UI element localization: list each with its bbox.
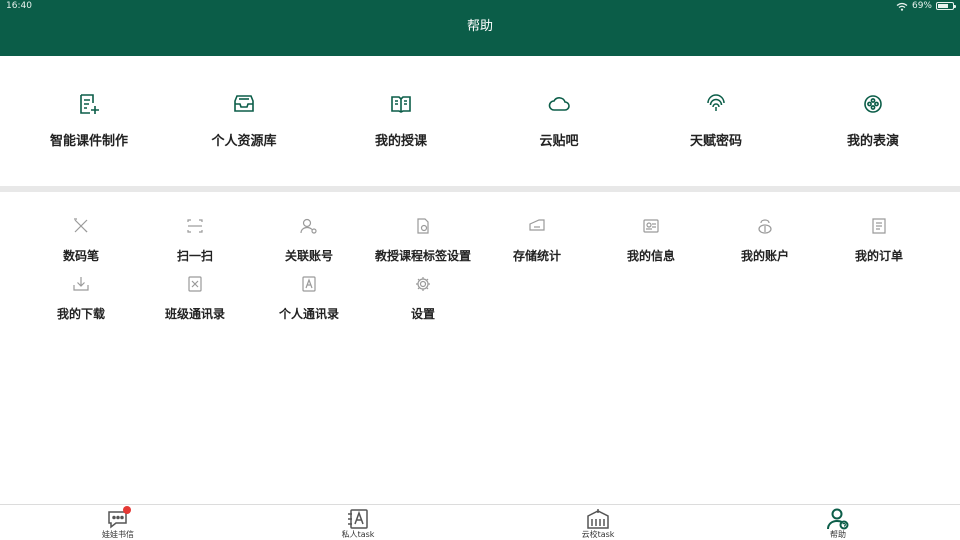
tool-settings[interactable]: 设置: [366, 274, 480, 326]
header-bar: 16:40 69% 帮助: [0, 0, 960, 56]
tool-class-contacts[interactable]: 班级通讯录: [138, 274, 252, 326]
tab-label: 帮助: [830, 530, 846, 539]
tool-label: 班级通讯录: [164, 307, 225, 321]
school-building-icon: [587, 509, 609, 529]
tab-school-task[interactable]: 云校task: [538, 508, 658, 540]
courseware-edit-icon: [80, 94, 99, 114]
download-icon: [73, 277, 89, 291]
cloud-icon: [548, 97, 570, 111]
status-bar: 16:40 69%: [0, 0, 960, 12]
feature-resource-library[interactable]: 个人资源库: [164, 86, 324, 166]
tool-label: 扫一扫: [176, 249, 213, 263]
pen-tools-icon: [74, 218, 88, 233]
film-reel-icon: [864, 95, 882, 113]
notebook-a-icon-wrap: [345, 508, 371, 530]
school-building-icon-wrap: [585, 508, 611, 530]
feature-cloud-forum[interactable]: 云贴吧: [479, 86, 639, 166]
unread-badge: [123, 506, 131, 514]
battery-fill: [938, 4, 948, 8]
feature-label: 个人资源库: [211, 134, 277, 149]
feature-label: 我的授课: [374, 134, 427, 149]
tab-label: 娃娃书信: [102, 530, 134, 539]
tool-digital-pen[interactable]: 数码笔: [24, 216, 138, 268]
tool-scan[interactable]: 扫一扫: [138, 216, 252, 268]
feature-label: 智能课件制作: [49, 134, 128, 149]
tool-label: 我的信息: [626, 249, 675, 263]
section-divider: [0, 186, 960, 192]
wallet-icon: [758, 219, 772, 234]
tool-my-orders[interactable]: 我的订单: [822, 216, 936, 268]
feature-talent-code[interactable]: 天赋密码: [636, 86, 796, 166]
tab-label: 云校task: [581, 530, 615, 539]
feature-my-performance[interactable]: 我的表演: [793, 86, 953, 166]
gear-icon: [416, 277, 430, 291]
status-time: 16:40: [6, 1, 32, 11]
tab-help[interactable]: 帮助: [778, 508, 898, 540]
chat-bubble-icon-wrap: [105, 506, 131, 530]
feature-label: 天赋密码: [689, 134, 742, 149]
scan-icon: [187, 219, 203, 233]
feature-row: 智能课件制作 个人资源库 我的授课 云贴吧 天赋密码 我的表演: [0, 56, 960, 186]
open-book-icon: [391, 96, 411, 113]
wifi-icon: [896, 2, 908, 11]
bottom-tab-bar: 娃娃书信 私人task 云校task 帮助: [0, 504, 960, 540]
tool-label: 个人通讯录: [278, 307, 339, 321]
help-person-icon-wrap: [825, 508, 851, 530]
tab-private-task[interactable]: 私人task: [298, 508, 418, 540]
tool-personal-contacts[interactable]: 个人通讯录: [252, 274, 366, 326]
tool-label: 教授课程标签设置: [374, 249, 471, 263]
tool-my-info[interactable]: 我的信息: [594, 216, 708, 268]
page-title: 帮助: [466, 19, 493, 34]
tag-settings-icon: [417, 218, 429, 234]
tool-course-tag-settings[interactable]: 教授课程标签设置: [366, 216, 480, 268]
battery-icon: [936, 2, 956, 10]
inbox-tray-icon: [234, 95, 254, 112]
tab-label: 私人task: [341, 530, 375, 539]
order-list-icon: [872, 218, 886, 234]
fingerprint-icon: [707, 94, 725, 111]
tool-storage-stats[interactable]: 存储统计: [480, 216, 594, 268]
feature-courseware[interactable]: 智能课件制作: [9, 86, 169, 166]
notebook-a-icon: [348, 509, 368, 529]
status-right: 69%: [896, 0, 956, 12]
tool-linked-account[interactable]: 关联账号: [252, 216, 366, 268]
tab-letters[interactable]: 娃娃书信: [58, 506, 178, 540]
tool-my-downloads[interactable]: 我的下载: [24, 274, 138, 326]
storage-stats-icon: [529, 219, 545, 231]
help-person-icon: [827, 508, 849, 530]
tool-label: 我的下载: [56, 307, 105, 321]
tool-label: 数码笔: [62, 249, 99, 263]
tool-my-account[interactable]: 我的账户: [708, 216, 822, 268]
feature-my-teaching[interactable]: 我的授课: [321, 86, 481, 166]
id-card-icon: [643, 219, 659, 233]
help-screen: 16:40 69% 帮助 智能课件制作 个人资源库 我的授课 云贴吧 天赋密码 …: [0, 0, 960, 540]
tool-label: 关联账号: [284, 249, 333, 263]
tool-label: 存储统计: [512, 249, 561, 263]
feature-label: 云贴吧: [539, 134, 579, 149]
personal-contacts-icon: [302, 276, 316, 292]
link-account-icon: [300, 218, 317, 234]
tool-label: 我的账户: [740, 249, 789, 263]
tool-label: 设置: [410, 307, 435, 321]
battery-percent: 69%: [911, 1, 932, 11]
class-contacts-icon: [188, 276, 202, 292]
tool-label: 我的订单: [854, 249, 903, 263]
feature-label: 我的表演: [846, 134, 899, 149]
